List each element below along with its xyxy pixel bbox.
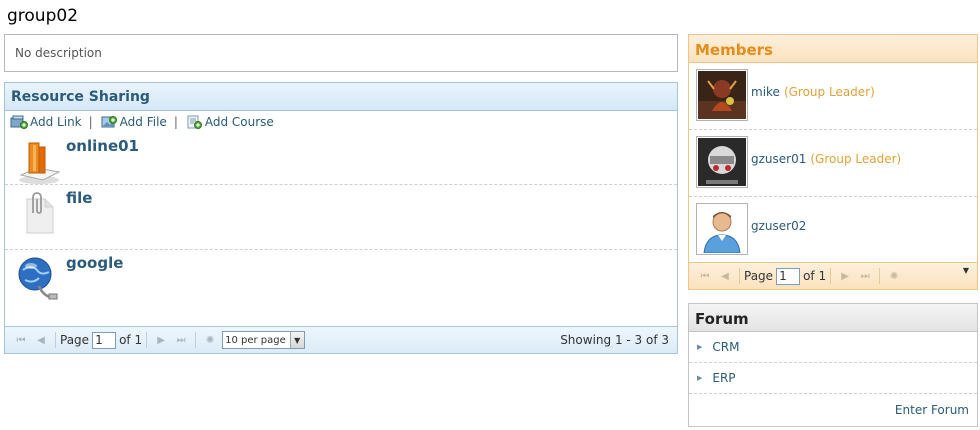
default-user-avatar (698, 205, 746, 254)
add-course-label: Add Course (204, 115, 274, 129)
add-course-icon (185, 115, 203, 129)
resource-item: online01 (5, 133, 677, 185)
prev-page-icon[interactable]: ◀ (718, 269, 732, 283)
add-file-label: Add File (119, 115, 167, 129)
member-item: gzuser01 (Group Leader) (689, 130, 977, 197)
avatar-mike (698, 71, 746, 119)
refresh-icon[interactable]: ✺ (203, 333, 217, 347)
globe-link-icon (15, 254, 63, 302)
resource-name[interactable]: google (66, 254, 123, 272)
bullet-arrow-icon: ▶ (697, 343, 703, 351)
page-title: group02 (7, 6, 79, 26)
forum-title: Forum (689, 304, 977, 332)
enter-forum-link[interactable]: Enter Forum (895, 403, 969, 417)
member-name: mike (751, 85, 780, 99)
pager-separator (739, 268, 740, 284)
avatar[interactable] (696, 203, 748, 255)
member-name-link[interactable]: gzuser02 (751, 219, 806, 233)
first-page-icon[interactable]: ⏮ (14, 333, 28, 347)
avatar-gzuser01 (698, 138, 746, 186)
page-count-label: of 1 (119, 333, 143, 347)
member-name-link[interactable]: mike (Group Leader) (751, 85, 875, 99)
forum-item-label: CRM (712, 340, 740, 354)
members-panel: Members mike (Group Leader) gzuser01 (Gr… (688, 34, 978, 290)
pager-separator (879, 268, 881, 284)
refresh-icon[interactable]: ✺ (887, 269, 901, 283)
forum-item[interactable]: ▶ ERP (689, 363, 977, 394)
resource-sharing-title: Resource Sharing (5, 83, 677, 111)
avatar[interactable] (696, 136, 748, 188)
forum-panel: Forum ▶ CRM ▶ ERP Enter Forum (688, 303, 978, 427)
add-course-button[interactable]: Add Course (185, 115, 274, 129)
resource-pager: ⏮ ◀ Page 1 of 1 ▶ ⏭ ✺ 10 per page ▼ Show… (5, 326, 677, 353)
members-title: Members (689, 35, 977, 63)
forum-item[interactable]: ▶ CRM (689, 332, 977, 363)
showing-count: Showing 1 - 3 of 3 (560, 333, 669, 347)
last-page-icon[interactable]: ⏭ (174, 333, 188, 347)
member-item: gzuser02 (689, 197, 977, 264)
member-name: gzuser01 (751, 152, 807, 166)
next-page-icon[interactable]: ▶ (838, 269, 852, 283)
resource-name[interactable]: online01 (66, 137, 139, 155)
first-page-icon[interactable]: ⏮ (698, 269, 712, 283)
member-item: mike (Group Leader) (689, 63, 977, 130)
avatar[interactable] (696, 69, 748, 121)
add-file-button[interactable]: Add File (100, 115, 167, 129)
toolbar-separator: | (173, 115, 178, 129)
pager-separator (830, 268, 832, 284)
resource-toolbar: Add Link | Add File | Add Course (5, 111, 677, 133)
add-file-icon (100, 115, 118, 129)
last-page-icon[interactable]: ⏭ (858, 269, 872, 283)
bullet-arrow-icon: ▶ (697, 374, 703, 382)
books-icon (15, 137, 63, 185)
next-page-icon[interactable]: ▶ (154, 333, 168, 347)
toolbar-separator: | (88, 115, 93, 129)
member-role: (Group Leader) (783, 85, 875, 99)
add-link-icon (10, 115, 28, 129)
member-role: (Group Leader) (810, 152, 902, 166)
members-pager: ⏮ ◀ Page 1 of 1 ▶ ⏭ ✺ ▼ (689, 262, 977, 289)
resource-name[interactable]: file (66, 189, 92, 207)
chevron-down-icon[interactable]: ▼ (963, 266, 969, 275)
member-name: gzuser02 (751, 219, 807, 233)
resource-sharing-panel: Resource Sharing Add Link | Add File | A… (4, 82, 678, 354)
forum-item-label: ERP (712, 371, 736, 385)
chevron-down-icon: ▼ (289, 332, 304, 348)
resource-item: google (5, 250, 677, 315)
page-label: Page (744, 269, 774, 283)
page-number-input[interactable]: 1 (776, 267, 801, 285)
member-name-link[interactable]: gzuser01 (Group Leader) (751, 152, 901, 166)
pager-separator (195, 332, 197, 348)
paperclip-file-icon (15, 189, 63, 237)
pager-separator (55, 332, 56, 348)
add-link-label: Add Link (30, 115, 82, 129)
per-page-value: 10 per page (225, 334, 286, 346)
page-label: Page (60, 333, 90, 347)
prev-page-icon[interactable]: ◀ (34, 333, 48, 347)
pager-separator (146, 332, 148, 348)
resource-item: file (5, 185, 677, 250)
per-page-select[interactable]: 10 per page ▼ (222, 331, 305, 349)
page-count-label: of 1 (803, 269, 827, 283)
page-number-input[interactable]: 1 (92, 331, 117, 349)
add-link-button[interactable]: Add Link (10, 115, 82, 129)
group-description: No description (4, 34, 678, 72)
